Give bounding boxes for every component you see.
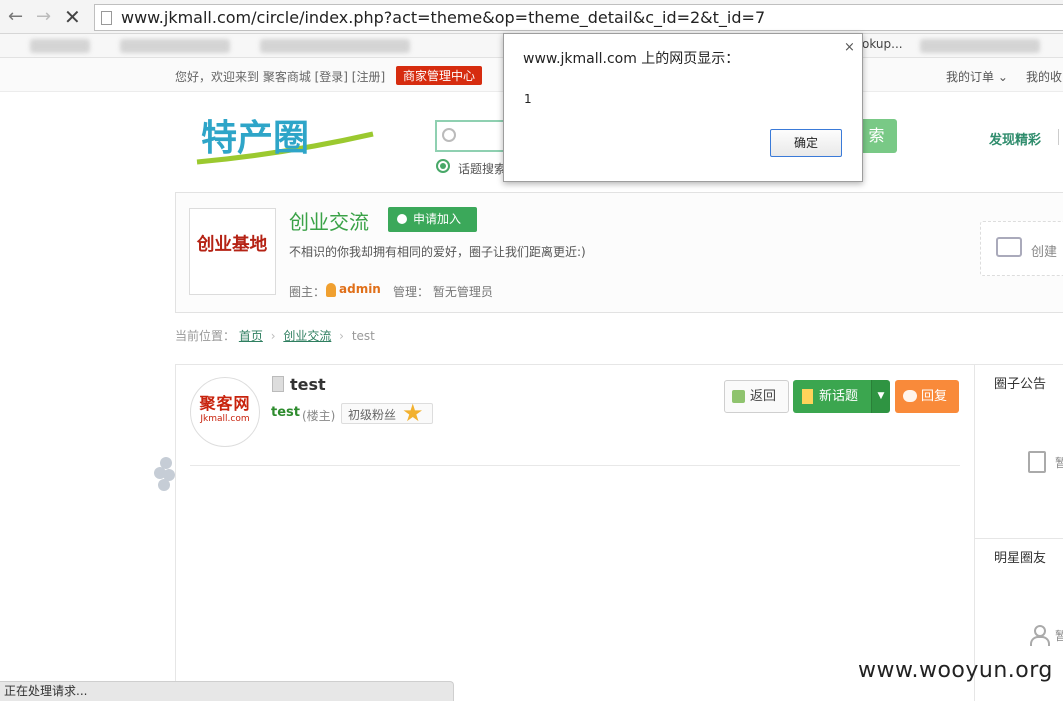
topic-search-label: 话题搜索	[458, 162, 507, 176]
author-avatar[interactable]: 聚客网 Jkmall.com	[190, 377, 260, 447]
breadcrumb: 当前位置： 首页 › 创业交流 › test	[175, 327, 375, 344]
my-orders-link[interactable]: 我的订单 ⌄	[946, 68, 1008, 85]
speech-bubble-icon	[903, 390, 917, 402]
reply-button[interactable]: 回复	[895, 380, 959, 413]
announcement-empty: 暂	[1055, 456, 1063, 470]
join-circle-button[interactable]: 申请加入	[388, 207, 477, 232]
thread-title: test	[290, 375, 326, 394]
sidebar	[975, 364, 1063, 701]
new-topic-button[interactable]: 新话题	[793, 380, 871, 413]
back-button[interactable]: 返回	[724, 380, 789, 413]
nav-divider	[1058, 129, 1059, 145]
page-icon	[101, 11, 112, 25]
search-icon	[442, 128, 456, 142]
note-icon	[802, 389, 813, 404]
back-label: 返回	[750, 389, 777, 404]
person-icon	[1030, 625, 1050, 646]
watermark: www.wooyun.org	[858, 658, 1053, 683]
dialog-title: www.jkmall.com 上的网页显示：	[523, 51, 740, 67]
breadcrumb-home[interactable]: 首页	[239, 329, 263, 343]
new-topic-label: 新话题	[819, 389, 859, 404]
browser-toolbar: ← → ✕ www.jkmall.com/circle/index.php?ac…	[0, 0, 1063, 34]
breadcrumb-prefix: 当前位置：	[175, 329, 236, 343]
blurred-bookmark	[920, 39, 1040, 53]
breadcrumb-circle[interactable]: 创业交流	[283, 329, 331, 343]
chevron-right-icon: ›	[270, 329, 276, 343]
dialog-message: 1	[524, 92, 532, 106]
circle-logo[interactable]: 创业基地	[189, 208, 276, 295]
site-logo[interactable]: 特产圈	[195, 112, 375, 172]
owner-label: 圈主：	[289, 285, 326, 299]
circle-logo-text: 创业基地	[196, 234, 268, 255]
chevron-right-icon: ›	[339, 329, 344, 343]
alert-dialog: www.jkmall.com 上的网页显示： × 1 确定	[503, 33, 863, 182]
clipboard-icon	[1028, 451, 1046, 473]
blurred-bookmark	[30, 39, 90, 53]
stop-loading-icon[interactable]: ✕	[64, 7, 81, 27]
join-label: 申请加入	[413, 212, 462, 226]
close-icon[interactable]: ×	[844, 40, 855, 55]
back-icon	[732, 390, 745, 403]
create-circle-label: 创建	[1031, 245, 1058, 260]
document-icon	[272, 376, 284, 392]
blurred-bookmark	[120, 39, 230, 53]
breadcrumb-current: test	[351, 329, 375, 343]
divider	[975, 538, 1063, 539]
reply-label: 回复	[921, 389, 948, 404]
logo-text: 特产圈	[201, 117, 309, 159]
merchant-center-button[interactable]: 商家管理中心	[396, 66, 483, 85]
avatar-subtext: Jkmall.com	[200, 414, 250, 424]
blurred-bookmark	[260, 39, 410, 53]
url-text[interactable]: www.jkmall.com/circle/index.php?act=them…	[121, 8, 765, 27]
star-icon: ★	[402, 399, 424, 427]
decorative-flower-icon	[154, 457, 176, 493]
owner-icon	[326, 283, 336, 297]
author-name-link[interactable]: test	[271, 405, 300, 420]
star-members-title: 明星圈友	[994, 551, 1047, 566]
star-members-empty: 暂	[1055, 629, 1063, 643]
ok-button[interactable]: 确定	[770, 129, 842, 157]
circle-description: 不相识的你我却拥有相同的爱好，圈子让我们距离更近:)	[289, 245, 586, 259]
create-chat-icon	[996, 237, 1022, 257]
bookmark-item[interactable]: okup...	[862, 37, 903, 51]
my-favorites-link[interactable]: 我的收	[1026, 68, 1062, 85]
circle-name[interactable]: 创业交流	[289, 206, 369, 235]
owner-name-link[interactable]: admin	[339, 282, 381, 296]
chevron-down-icon[interactable]: ▼	[871, 380, 890, 413]
avatar-text: 聚客网	[199, 394, 251, 413]
browser-status-bar: 正在处理请求...	[0, 681, 454, 701]
author-role: (楼主)	[302, 409, 336, 423]
discover-link[interactable]: 发现精彩	[989, 129, 1041, 148]
address-bar[interactable]: www.jkmall.com/circle/index.php?act=them…	[94, 4, 1063, 31]
announcement-title: 圈子公告	[994, 377, 1047, 392]
managers-text: 管理： 暂无管理员	[393, 285, 493, 299]
divider	[190, 465, 960, 466]
back-arrow-icon[interactable]: ←	[8, 7, 23, 27]
add-user-icon	[397, 214, 407, 224]
topic-search-radio[interactable]	[436, 159, 450, 173]
welcome-text: 您好，欢迎来到 聚客商城 [登录] [注册]	[175, 70, 386, 84]
forward-arrow-icon[interactable]: →	[36, 7, 51, 27]
